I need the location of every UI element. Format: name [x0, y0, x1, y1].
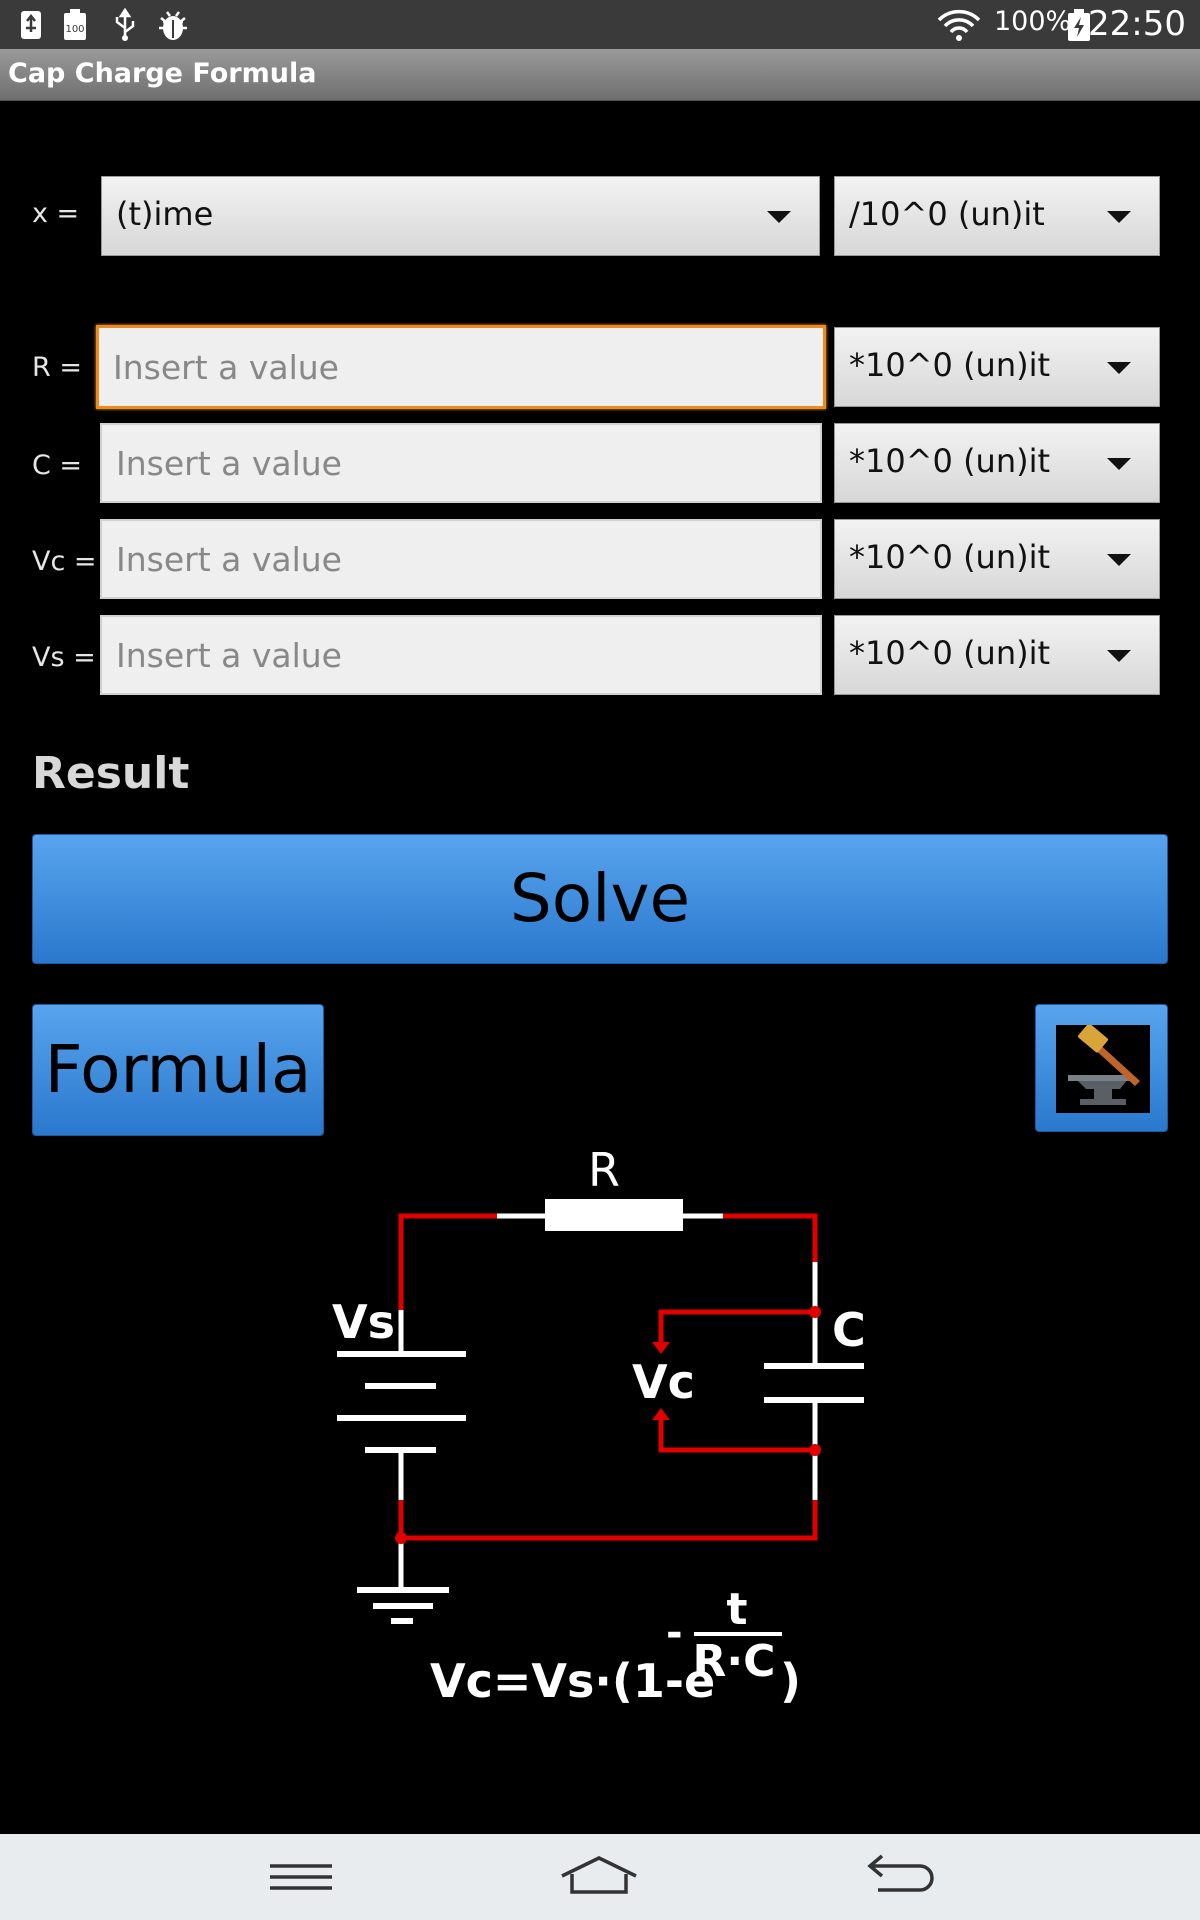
arrow-up-icon	[652, 1408, 670, 1420]
vs-unit-value: *10^0 (un)it	[849, 634, 1051, 672]
battery-percent: 100%	[994, 6, 1072, 37]
circuit-white-wires	[398, 1213, 818, 1590]
battery-symbol	[337, 1351, 466, 1453]
home-icon[interactable]	[554, 1852, 644, 1902]
r-unit-dropdown[interactable]: *10^0 (un)it	[834, 327, 1160, 407]
vs-unit-dropdown[interactable]: *10^0 (un)it	[834, 615, 1160, 695]
menu-icon[interactable]	[256, 1852, 346, 1902]
capacitor-label: C	[832, 1303, 866, 1357]
r-unit-value: *10^0 (un)it	[849, 346, 1051, 384]
chevron-down-icon	[1107, 554, 1131, 566]
c-label: C =	[32, 450, 83, 481]
x-variable-dropdown[interactable]: (t)ime	[101, 176, 820, 256]
equation-minus: -	[666, 1610, 683, 1656]
capacitor-symbol	[764, 1363, 864, 1403]
android-debug-icon	[159, 11, 187, 40]
vc-unit-dropdown[interactable]: *10^0 (un)it	[834, 519, 1160, 599]
usb-debug-icon	[21, 11, 41, 39]
x-unit-value: /10^0 (un)it	[849, 195, 1045, 233]
svg-text:100: 100	[65, 24, 84, 35]
chevron-down-icon	[767, 211, 791, 223]
x-label: x =	[32, 198, 80, 229]
junction-dots	[395, 1306, 821, 1544]
tools-button[interactable]	[1035, 1004, 1168, 1132]
vc-label: Vc =	[32, 546, 97, 577]
clock: 22:50	[1088, 4, 1186, 44]
c-unit-dropdown[interactable]: *10^0 (un)it	[834, 423, 1160, 503]
equation-exp-numerator: t	[726, 1584, 747, 1635]
vc-unit-value: *10^0 (un)it	[849, 538, 1051, 576]
source-label: Vs	[332, 1295, 395, 1349]
equation-close: )	[780, 1654, 801, 1708]
chevron-down-icon	[1107, 650, 1131, 662]
anvil-hammer-icon	[1056, 1023, 1150, 1113]
vc-input[interactable]	[100, 519, 822, 599]
app-title: Cap Charge Formula	[8, 58, 317, 89]
vs-label: Vs =	[32, 642, 96, 673]
navigation-bar	[0, 1834, 1200, 1920]
resistor	[545, 1199, 683, 1231]
r-label: R =	[32, 352, 82, 383]
wifi-icon	[937, 9, 981, 41]
equation-main: Vc=Vs·(1-e	[430, 1654, 715, 1708]
chevron-down-icon	[1107, 211, 1131, 223]
cap-voltage-label: Vc	[632, 1355, 695, 1409]
circuit-wires	[398, 1213, 818, 1541]
c-unit-value: *10^0 (un)it	[849, 442, 1051, 480]
chevron-down-icon	[1107, 362, 1131, 374]
back-icon[interactable]	[854, 1852, 944, 1902]
circuit-diagram: R Vs C Vc Vc=Vs·(1-e - t R·C )	[332, 1143, 866, 1708]
solve-button[interactable]: Solve	[32, 834, 1168, 964]
formula-button[interactable]: Formula	[32, 1004, 324, 1136]
x-unit-dropdown[interactable]: /10^0 (un)it	[834, 176, 1160, 256]
chevron-down-icon	[1107, 458, 1131, 470]
x-variable-value: (t)ime	[116, 195, 214, 233]
r-input[interactable]	[96, 325, 826, 409]
result-label: Result	[32, 748, 190, 799]
title-bar: Cap Charge Formula	[0, 49, 1200, 101]
vs-input[interactable]	[100, 615, 822, 695]
status-bar: 100 100% 22:50	[0, 0, 1200, 49]
usb-icon	[115, 8, 135, 41]
ground-symbol	[357, 1587, 449, 1624]
battery-100-icon: 100	[64, 9, 86, 40]
arrow-down-icon	[652, 1342, 670, 1354]
resistor-label: R	[588, 1143, 620, 1197]
equation-exp-denominator: R·C	[693, 1636, 776, 1687]
c-input[interactable]	[100, 423, 822, 503]
